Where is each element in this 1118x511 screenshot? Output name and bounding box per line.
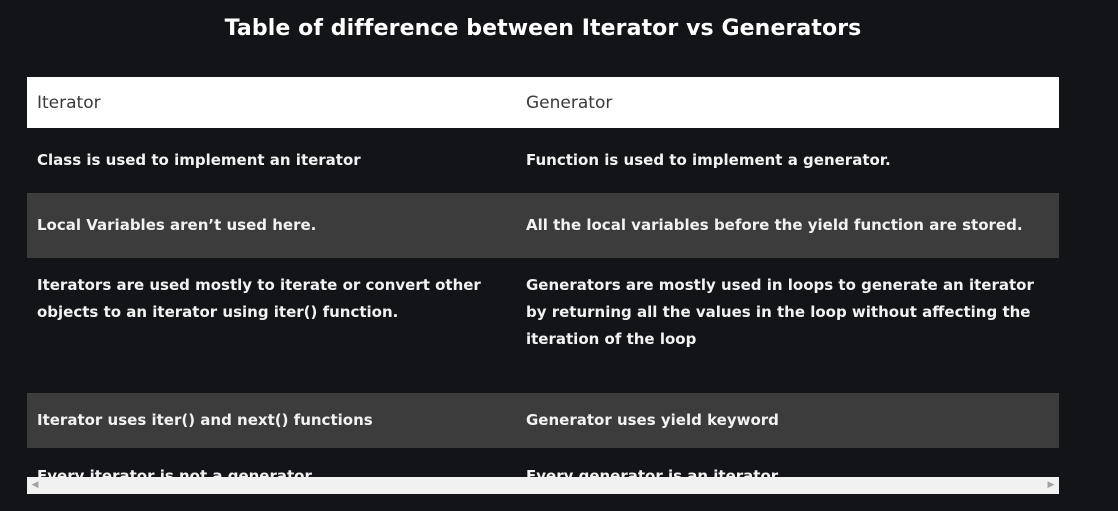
table-row: Iterator uses iter() and next() function…: [27, 393, 1059, 448]
table-row: Local Variables aren’t used here. All th…: [27, 193, 1059, 258]
column-header-iterator: Iterator: [27, 77, 516, 128]
triangle-right-icon[interactable]: ▶: [1046, 480, 1056, 490]
horizontal-scrollbar[interactable]: ◀ ▶: [27, 477, 1059, 494]
triangle-left-icon[interactable]: ◀: [30, 480, 40, 490]
table-row: Iterators are used mostly to iterate or …: [27, 258, 1059, 393]
table-header-row: Iterator Generator: [27, 77, 1059, 128]
column-header-generator: Generator: [516, 77, 1059, 128]
table-cell: All the local variables before the yield…: [516, 193, 1059, 258]
table-cell: Iterator uses iter() and next() function…: [27, 393, 516, 448]
table-cell: Class is used to implement an iterator: [27, 128, 516, 193]
comparison-table-container: Iterator Generator Class is used to impl…: [27, 77, 1059, 494]
table-cell: Function is used to implement a generato…: [516, 128, 1059, 193]
table-row: Class is used to implement an iterator F…: [27, 128, 1059, 193]
page-title: Table of difference between Iterator vs …: [224, 16, 862, 41]
comparison-table: Iterator Generator Class is used to impl…: [27, 77, 1059, 494]
table-cell: Iterators are used mostly to iterate or …: [27, 258, 516, 393]
table-cell: Local Variables aren’t used here.: [27, 193, 516, 258]
table-cell: Generator uses yield keyword: [516, 393, 1059, 448]
table-cell: Generators are mostly used in loops to g…: [516, 258, 1059, 393]
